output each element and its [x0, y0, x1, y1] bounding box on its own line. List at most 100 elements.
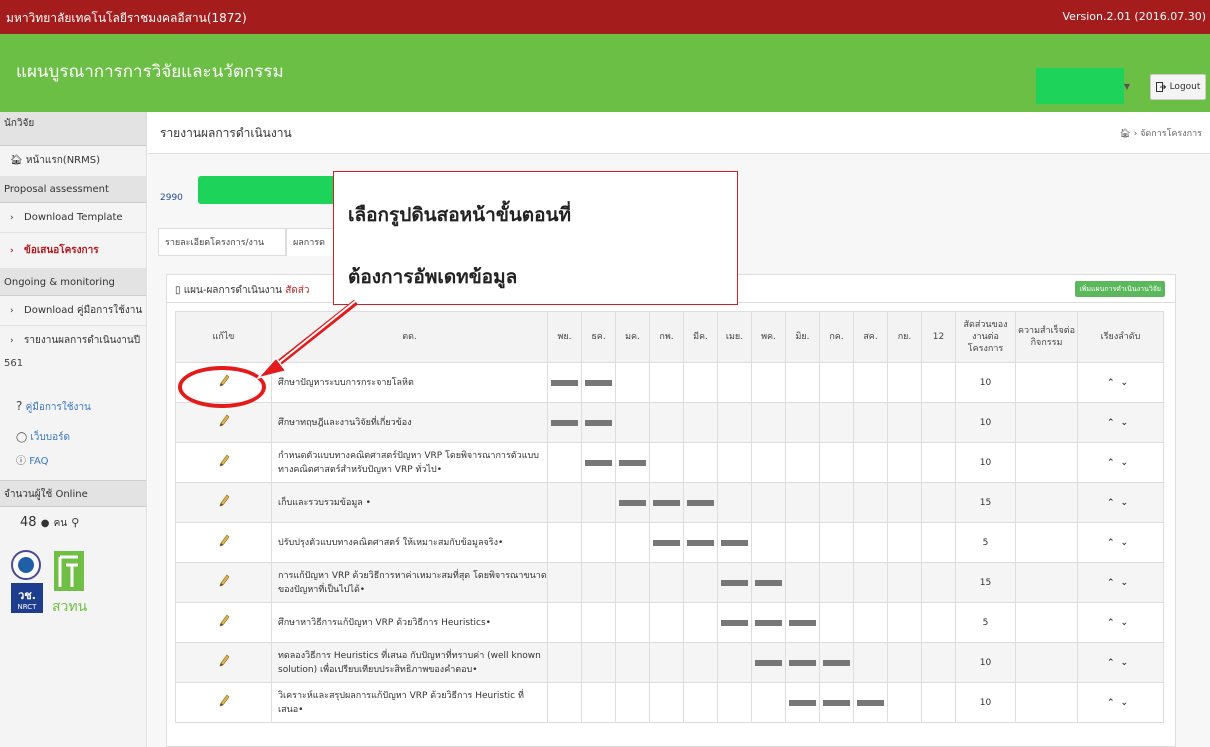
tab-results[interactable]: ผลการด: [286, 228, 336, 256]
sidebar: นักวิจัย 🏠︎ หน้าแรก(NRMS) Proposal asses…: [0, 112, 147, 747]
ratio-cell: 10: [955, 642, 1016, 683]
month-cell: [649, 362, 684, 403]
user-menu[interactable]: ▼: [1036, 68, 1130, 104]
col-header-month: มิย.: [785, 311, 820, 363]
month-cell: [547, 602, 582, 643]
schedule-bar: [721, 539, 748, 546]
chevron-up-icon[interactable]: ⌃: [1107, 658, 1121, 668]
logout-button[interactable]: Logout: [1150, 74, 1206, 100]
month-cell: [751, 562, 786, 603]
pencil-icon[interactable]: [218, 494, 230, 511]
month-cell: [649, 562, 684, 603]
month-cell: [819, 602, 854, 643]
sidebar-section-researcher: นักวิจัย: [0, 112, 146, 146]
month-cell: [921, 602, 956, 643]
pencil-icon[interactable]: [218, 654, 230, 671]
month-cell: [581, 482, 616, 523]
month-cell: [853, 642, 888, 683]
success-cell: [1015, 482, 1078, 523]
month-cell: [853, 602, 888, 643]
schedule-bar: [551, 379, 578, 386]
panel-title-text: แผน-ผลการดำเนินงาน: [183, 285, 283, 296]
month-cell: [581, 442, 616, 483]
chevron-up-icon[interactable]: ⌃: [1107, 578, 1121, 588]
chevron-up-icon[interactable]: ⌃: [1107, 458, 1121, 468]
month-cell: [649, 642, 684, 683]
month-cell: [615, 562, 650, 603]
chevron-up-icon[interactable]: ⌃: [1107, 618, 1121, 628]
month-cell: [581, 642, 616, 683]
schedule-bar: [857, 699, 884, 706]
sidebar-link-manual[interactable]: ? คู่มือการใช้งาน: [0, 394, 146, 418]
month-cell: [887, 602, 922, 643]
home-icon[interactable]: 🏠︎: [1119, 129, 1130, 139]
chevron-down-icon[interactable]: ⌄: [1121, 378, 1135, 388]
sidebar-report-year-cont: 561: [4, 358, 24, 369]
chevron-up-icon[interactable]: ⌃: [1107, 538, 1121, 548]
schedule-bar: [585, 379, 612, 386]
chevron-up-icon[interactable]: ⌃: [1107, 378, 1121, 388]
org-name: มหาวิทยาลัยเทคโนโลยีราชมงคลอีสาน(1872): [6, 11, 247, 25]
tab-project-detail[interactable]: รายละเอียดโครงการ/งาน: [158, 228, 286, 256]
ratio-cell: 15: [955, 482, 1016, 523]
schedule-bar: [789, 699, 816, 706]
month-cell: [887, 682, 922, 723]
schedule-bar: [687, 499, 714, 506]
sidebar-link-webboard[interactable]: ◯ เว็บบอร์ด: [0, 426, 146, 450]
sidebar-item-report-year[interactable]: › รายงานผลการดำเนินงานปี: [0, 326, 146, 356]
search-icon[interactable]: ⚲: [71, 516, 79, 529]
pencil-icon[interactable]: [218, 414, 230, 431]
instruction-callout: เลือกรูปดินสอหน้าขั้นตอนที่ ต้องการอัพเด…: [333, 171, 738, 305]
month-cell: [683, 602, 718, 643]
table-row: กำหนดตัวแบบทางคณิตศาสตร์ปัญหา VRP โดยพิจ…: [175, 442, 1164, 483]
success-cell: [1015, 442, 1078, 483]
month-cell: [649, 602, 684, 643]
month-cell: [785, 562, 820, 603]
chevron-down-icon: ▼: [1123, 82, 1130, 91]
month-cell: [819, 682, 854, 723]
edit-cell: [175, 442, 272, 483]
pencil-icon[interactable]: [218, 614, 230, 631]
month-cell: [615, 442, 650, 483]
chevron-up-icon[interactable]: ⌃: [1107, 498, 1121, 508]
chevron-down-icon[interactable]: ⌄: [1121, 578, 1135, 588]
chevron-down-icon[interactable]: ⌄: [1121, 658, 1135, 668]
online-users-heading: จำนวนผู้ใช้ Online: [0, 480, 146, 507]
month-cell: [547, 442, 582, 483]
chevron-down-icon[interactable]: ⌄: [1121, 698, 1135, 708]
sidebar-item-download-template[interactable]: › Download Template: [0, 203, 146, 233]
month-cell: [717, 682, 752, 723]
success-cell: [1015, 642, 1078, 683]
order-cell: ⌃⌄: [1077, 482, 1164, 523]
panel-title: ▯ แผน-ผลการดำเนินงาน สัดส่ว: [175, 283, 310, 298]
pencil-icon[interactable]: [218, 574, 230, 591]
month-cell: [649, 442, 684, 483]
ratio-cell: 10: [955, 682, 1016, 723]
sidebar-item-proposal[interactable]: › ข้อเสนอโครงการ: [0, 233, 146, 269]
pencil-icon[interactable]: [218, 454, 230, 471]
sto-logo-text: สวทน: [52, 599, 88, 615]
chevron-down-icon[interactable]: ⌄: [1121, 458, 1135, 468]
col-header-month: เมย.: [717, 311, 752, 363]
month-cell: [921, 482, 956, 523]
page-header: รายงานผลการดำเนินงาน 🏠︎ › จัดการโครงการ: [148, 112, 1210, 154]
add-plan-button[interactable]: เพิ่มแผนการดำเนินงานวิจัย: [1075, 281, 1165, 297]
chevron-up-icon[interactable]: ⌃: [1107, 698, 1121, 708]
sidebar-item-download-manual[interactable]: › Download คู่มือการใช้งาน: [0, 296, 146, 326]
chevron-down-icon[interactable]: ⌄: [1121, 538, 1135, 548]
chevron-right-icon: ›: [10, 336, 14, 346]
table-row: ศึกษาทฤษฎีและงานวิจัยที่เกี่ยวข้อง 10 ⌃⌄: [175, 402, 1164, 443]
col-header-month: กย.: [887, 311, 922, 363]
chevron-down-icon[interactable]: ⌄: [1121, 418, 1135, 428]
chevron-down-icon[interactable]: ⌄: [1121, 498, 1135, 508]
page-title: รายงานผลการดำเนินงาน: [160, 126, 292, 140]
breadcrumb-item[interactable]: จัดการโครงการ: [1140, 129, 1202, 139]
chevron-up-icon[interactable]: ⌃: [1107, 418, 1121, 428]
sidebar-link-faq[interactable]: ⓘ FAQ: [0, 450, 146, 474]
chevron-right-icon: ›: [10, 246, 14, 256]
chevron-down-icon[interactable]: ⌄: [1121, 618, 1135, 628]
sidebar-item-home[interactable]: 🏠︎ หน้าแรก(NRMS): [0, 146, 146, 176]
month-cell: [751, 642, 786, 683]
pencil-icon[interactable]: [218, 694, 230, 711]
pencil-icon[interactable]: [218, 534, 230, 551]
